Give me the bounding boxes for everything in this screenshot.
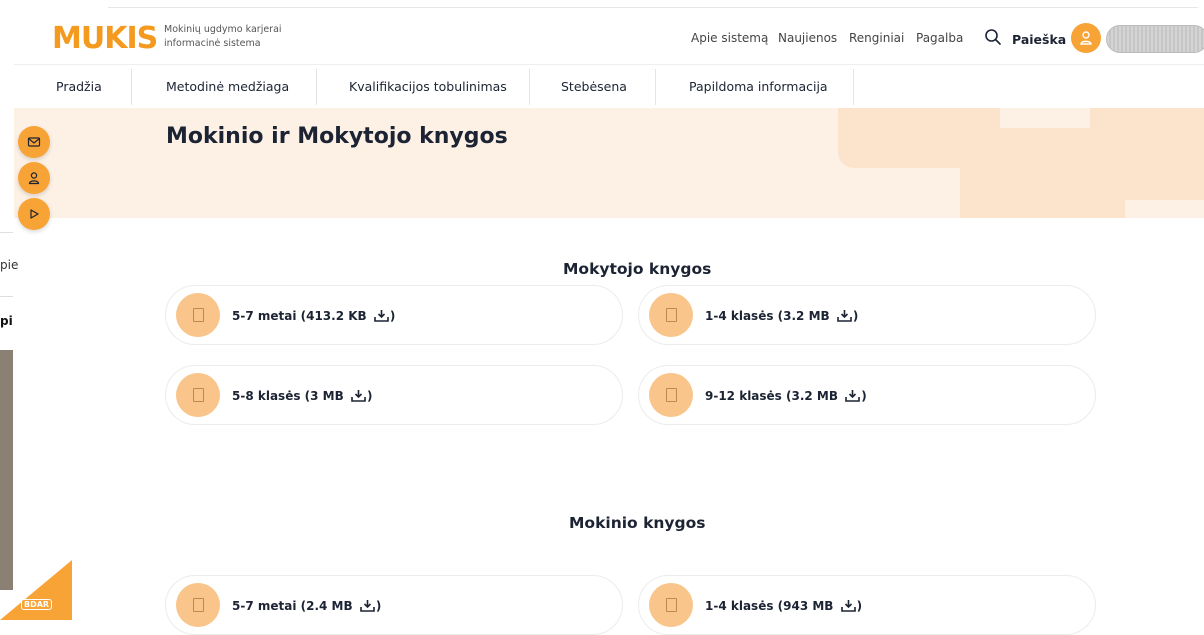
download-link[interactable]: 1-4 klasės (3.2 MB ) xyxy=(705,309,858,323)
background-text: pi xyxy=(0,314,13,328)
download-icon xyxy=(374,310,389,322)
nav-separator xyxy=(131,69,132,105)
nav-separator xyxy=(529,69,530,105)
download-link[interactable]: 9-12 klasės (3.2 MB ) xyxy=(705,389,867,403)
search-icon[interactable] xyxy=(984,28,1002,46)
logo-text: MUKIS xyxy=(52,21,158,56)
download-link[interactable]: 5-7 metai (413.2 KB ) xyxy=(232,309,395,323)
site-logo[interactable]: MUKIS xyxy=(52,22,158,56)
nav-item-home[interactable]: Pradžia xyxy=(56,65,102,108)
download-card[interactable]: 1-4 klasės (943 MB ) xyxy=(638,575,1096,635)
nav-separator xyxy=(316,69,317,105)
profile-button[interactable] xyxy=(18,162,50,194)
document-icon xyxy=(649,373,693,417)
download-card[interactable]: 5-7 metai (2.4 MB ) xyxy=(165,575,623,635)
background-divider xyxy=(0,296,13,297)
download-icon xyxy=(837,310,852,322)
nav-item-methodical-material[interactable]: Metodinė medžiaga xyxy=(166,65,289,108)
download-icon xyxy=(351,390,366,402)
site-header: MUKIS Mokinių ugdymo karjerai informacin… xyxy=(14,12,1204,64)
document-icon xyxy=(649,293,693,337)
nav-separator xyxy=(655,69,656,105)
download-icon xyxy=(845,390,860,402)
download-icon xyxy=(840,600,856,612)
user-icon xyxy=(1080,31,1092,45)
section-title-student-books: Mokinio knygos xyxy=(569,514,706,532)
document-icon xyxy=(176,583,220,627)
top-link-help[interactable]: Pagalba xyxy=(916,31,963,45)
mail-icon xyxy=(27,137,41,147)
top-link-about[interactable]: Apie sistemą xyxy=(691,31,768,45)
document-icon xyxy=(649,583,693,627)
document-icon xyxy=(176,373,220,417)
background-image-fragment xyxy=(0,350,13,590)
user-icon xyxy=(28,172,40,185)
nav-separator xyxy=(853,69,854,105)
search-button[interactable]: Paieška xyxy=(1012,32,1066,47)
download-link[interactable]: 1-4 klasės (943 MB ) xyxy=(705,599,862,613)
download-card[interactable]: 9-12 klasės (3.2 MB ) xyxy=(638,365,1096,425)
download-card[interactable]: 5-8 klasės (3 MB ) xyxy=(165,365,623,425)
top-link-events[interactable]: Renginiai xyxy=(849,31,904,45)
bdar-button[interactable]: BDAR xyxy=(21,599,53,610)
nav-item-additional-info[interactable]: Papildoma informacija xyxy=(689,65,828,108)
contact-button[interactable] xyxy=(18,126,50,158)
privacy-corner-tab[interactable] xyxy=(0,560,72,620)
play-icon xyxy=(30,209,39,219)
user-name-redacted[interactable] xyxy=(1106,25,1204,53)
download-icon xyxy=(360,600,375,612)
download-link[interactable]: 5-7 metai (2.4 MB ) xyxy=(232,599,381,613)
video-button[interactable] xyxy=(18,198,50,230)
nav-item-qualification[interactable]: Kvalifikacijos tobulinimas xyxy=(349,65,507,108)
site-tagline: Mokinių ugdymo karjerai informacinė sist… xyxy=(164,24,282,49)
top-link-news[interactable]: Naujienos xyxy=(778,31,837,45)
download-card[interactable]: 5-7 metai (413.2 KB ) xyxy=(165,285,623,345)
document-icon xyxy=(176,293,220,337)
top-divider xyxy=(108,7,1198,8)
download-link[interactable]: 5-8 klasės (3 MB ) xyxy=(232,389,372,403)
hero-decoration xyxy=(1090,108,1204,200)
download-card[interactable]: 1-4 klasės (3.2 MB ) xyxy=(638,285,1096,345)
page-title: Mokinio ir Mokytojo knygos xyxy=(166,124,508,149)
user-account-button[interactable] xyxy=(1071,23,1101,53)
main-navigation: Pradžia Metodinė medžiaga Kvalifikacijos… xyxy=(14,64,1204,109)
background-text: pie xyxy=(0,258,19,272)
nav-item-monitoring[interactable]: Stebėsena xyxy=(561,65,627,108)
section-title-teacher-books: Mokytojo knygos xyxy=(563,260,712,278)
